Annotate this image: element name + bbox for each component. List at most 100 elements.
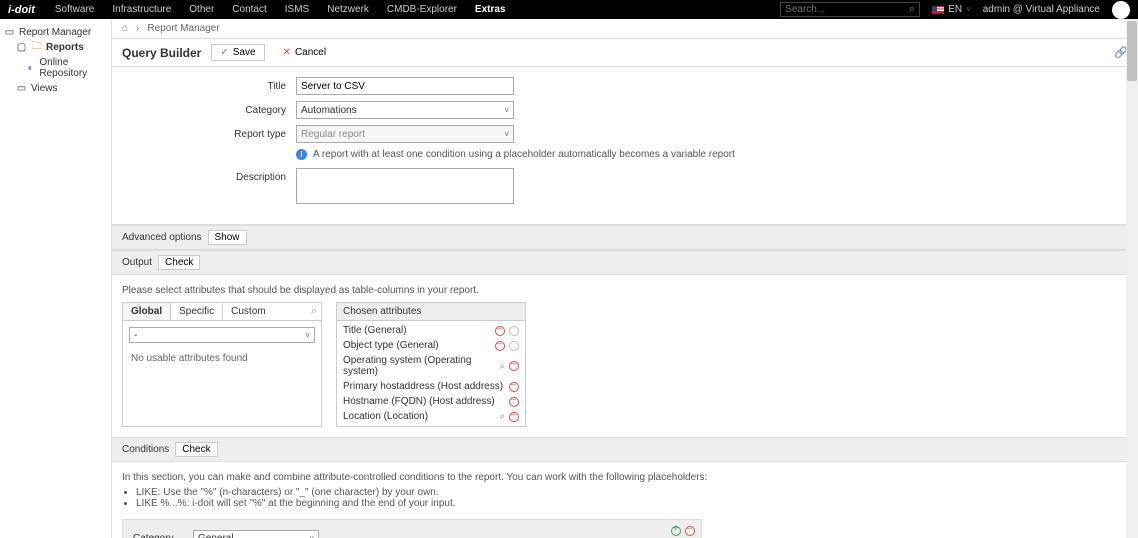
conditions-area: In this section, you can make and combin… xyxy=(112,462,1138,538)
remove-attr-icon[interactable] xyxy=(509,382,519,392)
option-icon[interactable] xyxy=(509,341,519,351)
main-area: ⌂ › Report Manager Query Builder ✓ Save … xyxy=(112,19,1138,538)
chosen-item-label: Hostname (FQDN) (Host address) xyxy=(343,396,505,407)
tab-specific[interactable]: Specific xyxy=(171,303,223,320)
save-button[interactable]: ✓ Save xyxy=(211,44,264,61)
category-label: Category xyxy=(122,101,296,116)
output-help: Please select attributes that should be … xyxy=(122,285,1128,296)
chevron-down-icon: ˅ xyxy=(504,130,509,139)
menu-cmdb-explorer[interactable]: CMDB-Explorer xyxy=(387,4,457,15)
option-icon[interactable] xyxy=(509,326,519,336)
magnify-icon[interactable]: ⌕ xyxy=(499,361,505,372)
menu-infrastructure[interactable]: Infrastructure xyxy=(112,4,171,15)
menu-software[interactable]: Software xyxy=(55,4,94,15)
avatar[interactable] xyxy=(1112,1,1130,19)
menu-contact[interactable]: Contact xyxy=(232,4,266,15)
doc-icon: ▭ xyxy=(4,27,15,38)
app-logo: i-doit xyxy=(8,4,35,16)
page-title: Query Builder xyxy=(122,46,201,60)
tree-reports[interactable]: ▢ 🗀 Reports xyxy=(4,40,107,55)
chosen-item-label: Title (General) xyxy=(343,325,491,336)
available-attributes: Global Specific Custom ⌕ - ˅ No usable a… xyxy=(122,302,322,427)
home-icon[interactable]: ⌂ xyxy=(122,23,128,34)
add-condition-icon[interactable] xyxy=(671,526,681,536)
report-type-select: Regular report ˅ xyxy=(296,125,514,143)
chosen-item-label: Location (Location) xyxy=(343,411,495,422)
output-area: Please select attributes that should be … xyxy=(112,275,1138,437)
info-text: A report with at least one condition usi… xyxy=(313,149,735,160)
advanced-options-bar: Advanced options Show xyxy=(112,225,1138,250)
chosen-header: Chosen attributes xyxy=(337,303,525,321)
title-label: Title xyxy=(122,77,296,92)
conditions-bar: Conditions Check xyxy=(112,437,1138,462)
chosen-item-label: Operating system (Operating system) xyxy=(343,355,495,377)
search-input[interactable] xyxy=(785,4,909,15)
chosen-item[interactable]: Object type (General) xyxy=(337,338,525,353)
global-search[interactable]: ⌕ xyxy=(780,2,920,17)
attr-search-icon[interactable]: ⌕ xyxy=(307,303,321,320)
search-icon[interactable]: ⌕ xyxy=(909,3,915,16)
chevron-down-icon: ˅ xyxy=(305,331,310,340)
tree-report-manager[interactable]: ▭ Report Manager xyxy=(4,25,107,40)
remove-attr-icon[interactable] xyxy=(509,361,519,371)
remove-condition-icon[interactable] xyxy=(685,526,695,536)
magnify-icon[interactable]: ⌕ xyxy=(499,411,505,422)
chevron-down-icon: ˅ xyxy=(966,5,971,14)
sidebar: ▭ Report Manager ▢ 🗀 Reports ◐ Online Re… xyxy=(0,19,112,538)
cond-category-label: Category xyxy=(133,533,183,538)
info-icon: i xyxy=(296,149,307,160)
output-bar: Output Check xyxy=(112,250,1138,275)
tab-global[interactable]: Global xyxy=(123,303,171,320)
chosen-item[interactable]: Operating system (Operating system) ⌕ xyxy=(337,353,525,379)
views-icon: ▭ xyxy=(16,83,27,94)
language-switch[interactable]: EN ˅ xyxy=(932,4,971,15)
remove-attr-icon[interactable] xyxy=(509,397,519,407)
remove-attr-icon[interactable] xyxy=(495,326,505,336)
attr-category-select[interactable]: - ˅ xyxy=(129,327,315,343)
flag-icon xyxy=(932,6,944,14)
remove-attr-icon[interactable] xyxy=(495,341,505,351)
no-results: No usable attributes found xyxy=(129,349,315,368)
description-label: Description xyxy=(122,168,296,183)
check-icon: ✓ xyxy=(220,47,228,58)
menu-other[interactable]: Other xyxy=(189,4,214,15)
minus-icon: ▢ xyxy=(16,42,27,53)
output-check-button[interactable]: Check xyxy=(158,255,200,270)
scrollbar-thumb[interactable] xyxy=(1127,21,1137,81)
menu-extras[interactable]: Extras xyxy=(475,4,506,15)
top-menu: Software Infrastructure Other Contact IS… xyxy=(55,4,506,15)
remove-attr-icon[interactable] xyxy=(509,412,519,422)
chosen-item[interactable]: Primary hostaddress (Host address) xyxy=(337,379,525,394)
folder-icon: 🗀 xyxy=(31,42,42,53)
chevron-down-icon: ˅ xyxy=(504,106,509,115)
menu-isms[interactable]: ISMS xyxy=(285,4,309,15)
breadcrumb-page[interactable]: Report Manager xyxy=(147,23,219,34)
advanced-show-button[interactable]: Show xyxy=(208,230,247,245)
chosen-item-label: Primary hostaddress (Host address) xyxy=(343,381,505,392)
category-select[interactable]: Automations ˅ xyxy=(296,101,514,119)
form-area: Title Category Automations ˅ Report type… xyxy=(112,67,1138,225)
conditions-check-button[interactable]: Check xyxy=(175,442,217,457)
conditions-help: In this section, you can make and combin… xyxy=(122,472,1128,509)
tree-online-repo[interactable]: ◐ Online Repository xyxy=(4,55,107,81)
close-icon: ✕ xyxy=(283,47,291,58)
page-header: Query Builder ✓ Save ✕ Cancel 🔗 xyxy=(112,39,1138,67)
cancel-button[interactable]: ✕ Cancel xyxy=(275,45,335,60)
chevron-down-icon: ˅ xyxy=(309,534,314,538)
scrollbar[interactable] xyxy=(1126,19,1138,538)
chosen-item[interactable]: Title (General) xyxy=(337,323,525,338)
menu-netzwerk[interactable]: Netzwerk xyxy=(327,4,369,15)
globe-icon: ◐ xyxy=(26,63,35,74)
breadcrumb: ⌂ › Report Manager xyxy=(112,19,1138,39)
description-input[interactable] xyxy=(296,168,514,204)
tab-custom[interactable]: Custom xyxy=(223,303,273,320)
tree-views[interactable]: ▭ Views xyxy=(4,81,107,96)
chosen-attributes: Chosen attributes Title (General) Object … xyxy=(336,302,526,427)
user-label: admin @ Virtual Appliance xyxy=(983,4,1100,15)
chevron-right-icon: › xyxy=(136,23,139,34)
cond-category-select[interactable]: General ˅ xyxy=(193,530,319,538)
report-type-label: Report type xyxy=(122,125,296,140)
chosen-item[interactable]: Location (Location) ⌕ xyxy=(337,409,525,424)
chosen-item[interactable]: Hostname (FQDN) (Host address) xyxy=(337,394,525,409)
title-input[interactable] xyxy=(296,77,514,95)
